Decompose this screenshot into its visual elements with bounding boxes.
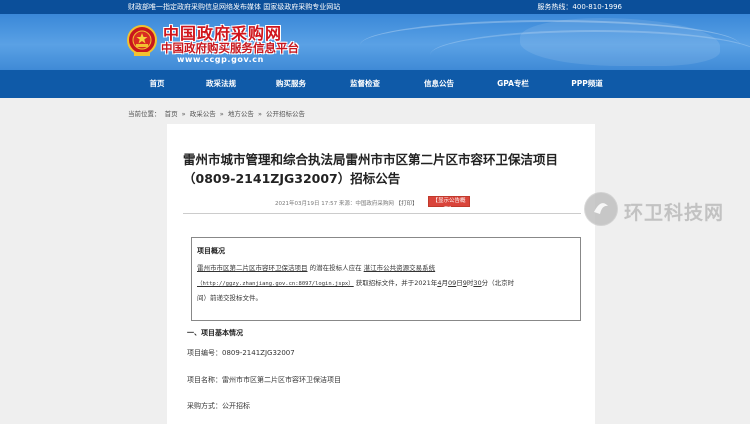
site-subtitle: 中国政府购买服务信息平台 xyxy=(161,41,299,55)
breadcrumb-item-tender[interactable]: 公开招标公告 xyxy=(266,110,305,118)
section-heading: 一、项目基本情况 xyxy=(187,329,243,337)
overview-line-3: 间）前递交投标文件。 xyxy=(197,294,262,302)
nav-item-announcements[interactable]: 信息公告 xyxy=(410,70,468,98)
overview-line-1: 雷州市市区第二片区市容环卫保洁项目 的潜在投标人应在 湛江市公共资源交易系统 xyxy=(197,262,435,272)
overview-text: 获取招标文件，并于2021年 xyxy=(353,279,438,287)
source-name: 中国政府采购网 xyxy=(355,201,394,207)
nav-item-regulations[interactable]: 政采法规 xyxy=(192,70,250,98)
project-name-row: 项目名称：雷州市市区第二片区市容环卫保洁项目 xyxy=(187,375,341,385)
site-url: www.ccgp.gov.cn xyxy=(177,55,264,64)
service-hotline: 服务热线：400-810-1996 xyxy=(537,3,622,11)
national-emblem-icon xyxy=(127,25,157,56)
nav-item-gpa[interactable]: GPA专栏 xyxy=(484,70,542,98)
breadcrumb-separator: » xyxy=(181,110,186,118)
publish-date: 2021年03月19日 17:57 xyxy=(275,201,338,207)
nav-item-home[interactable]: 首页 xyxy=(128,70,186,98)
breadcrumb-separator: » xyxy=(219,110,224,118)
procurement-method-value: 公开招标 xyxy=(222,402,250,410)
nav-item-supervision[interactable]: 监督检查 xyxy=(336,70,394,98)
main-nav: 首页 政采法规 购买服务 监督检查 信息公告 GPA专栏 PPP频道 xyxy=(0,70,750,98)
breadcrumb-item-notices[interactable]: 政采公告 xyxy=(190,110,216,118)
overview-text: 的潜在投标人应在 xyxy=(307,264,364,272)
project-number-value: 0809-2141ZJG32007 xyxy=(222,349,295,357)
breadcrumb-separator: » xyxy=(257,110,262,118)
header-banner xyxy=(0,14,750,70)
nav-item-services[interactable]: 购买服务 xyxy=(262,70,320,98)
source-label: 来源： xyxy=(338,201,356,207)
project-number-row: 项目编号：0809-2141ZJG32007 xyxy=(187,348,295,358)
breadcrumb-item-local[interactable]: 地方公告 xyxy=(228,110,254,118)
breadcrumb-item-home[interactable]: 首页 xyxy=(165,110,178,118)
project-name-link[interactable]: 雷州市市区第二片区市容环卫保洁项目 xyxy=(197,264,308,272)
field-label: 项目编号： xyxy=(187,349,222,357)
field-label: 项目名称： xyxy=(187,376,222,384)
watermark-text: 环卫科技网 xyxy=(624,202,725,224)
show-summary-button[interactable]: 【显示公告概要】 xyxy=(428,196,470,213)
watermark-logo-icon xyxy=(584,192,618,226)
overview-line-2: （http://ggzy.zhanjiang.gov.cn:8097/login… xyxy=(197,277,514,287)
breadcrumb: 当前位置： 首页 » 政采公告 » 地方公告 » 公开招标公告 xyxy=(128,108,307,118)
procurement-method-row: 采购方式：公开招标 xyxy=(187,401,250,411)
project-name-value: 雷州市市区第二片区市容环卫保洁项目 xyxy=(222,376,341,384)
system-url-link[interactable]: （http://ggzy.zhanjiang.gov.cn:8097/login… xyxy=(197,281,354,287)
article-title: 雷州市城市管理和综合执法局雷州市市区第二片区市容环卫保洁项目（0809-2141… xyxy=(183,152,559,186)
top-bar: 财政部唯一指定政府采购信息网络发布媒体 国家级政府采购专业网站 服务热线：400… xyxy=(0,0,750,14)
trading-system-link[interactable]: 湛江市公共资源交易系统 xyxy=(364,264,436,272)
article-meta: 2021年03月19日 17:57 来源：中国政府采购网 【打印】 xyxy=(275,199,418,207)
breadcrumb-label: 当前位置： xyxy=(128,110,161,118)
site-notice: 财政部唯一指定政府采购信息网络发布媒体 国家级政府采购专业网站 xyxy=(128,3,341,11)
divider xyxy=(183,213,581,214)
overview-heading: 项目概况 xyxy=(197,247,225,255)
nav-item-ppp[interactable]: PPP频道 xyxy=(558,70,616,98)
field-label: 采购方式： xyxy=(187,402,222,410)
deadline-minute: 30 xyxy=(473,279,482,287)
overview-text: 分（北京时 xyxy=(481,279,515,287)
deadline-day: 09 xyxy=(447,279,457,287)
banner-decoration xyxy=(520,18,720,66)
print-link[interactable]: 【打印】 xyxy=(396,201,418,207)
